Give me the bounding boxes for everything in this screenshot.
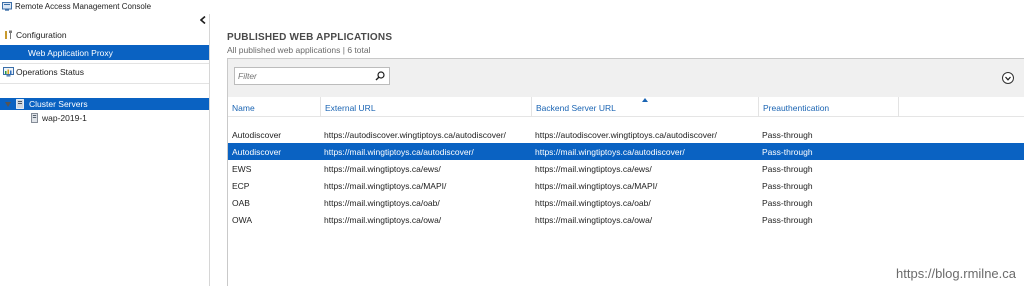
cell-backend-url: https://mail.wingtiptoys.ca/owa/ bbox=[535, 215, 653, 225]
cell-external-url: https://mail.wingtiptoys.ca/autodiscover… bbox=[324, 147, 474, 157]
cell-name: Autodiscover bbox=[232, 130, 282, 140]
sort-ascending-icon bbox=[642, 98, 648, 102]
title-bar: Remote Access Management Console bbox=[0, 0, 1024, 14]
table-row[interactable]: Autodiscover https://mail.wingtiptoys.ca… bbox=[228, 143, 1024, 160]
server-icon bbox=[31, 113, 38, 123]
nav-divider bbox=[0, 83, 209, 84]
column-header-preauthentication[interactable]: Preauthentication bbox=[758, 97, 898, 117]
console-icon bbox=[2, 2, 12, 11]
search-icon[interactable] bbox=[375, 71, 385, 81]
table-row[interactable]: Autodiscover https://autodiscover.wingti… bbox=[228, 126, 1024, 143]
table-row[interactable]: OAB https://mail.wingtiptoys.ca/oab/ htt… bbox=[228, 194, 1024, 211]
page-title: PUBLISHED WEB APPLICATIONS bbox=[227, 32, 393, 43]
cell-backend-url: https://mail.wingtiptoys.ca/oab/ bbox=[535, 198, 651, 208]
column-header-name[interactable]: Name bbox=[228, 97, 318, 117]
navigation-pane: Configuration Web Application Proxy Oper… bbox=[0, 14, 210, 286]
filter-bar bbox=[228, 59, 1024, 97]
nav-item-web-application-proxy[interactable]: Web Application Proxy bbox=[0, 45, 209, 60]
nav-item-label: Configuration bbox=[16, 30, 67, 40]
nav-item-label: Web Application Proxy bbox=[28, 48, 113, 58]
cell-preauthentication: Pass-through bbox=[762, 215, 813, 225]
cell-external-url: https://mail.wingtiptoys.ca/oab/ bbox=[324, 198, 440, 208]
cell-external-url: https://mail.wingtiptoys.ca/MAPI/ bbox=[324, 181, 447, 191]
nav-item-label: wap-2019-1 bbox=[42, 113, 87, 123]
cell-external-url: https://mail.wingtiptoys.ca/owa/ bbox=[324, 215, 442, 225]
cell-name: OWA bbox=[232, 215, 252, 225]
nav-divider bbox=[0, 63, 209, 64]
column-header-spacer bbox=[898, 97, 1024, 117]
applications-table-body: Autodiscover https://autodiscover.wingti… bbox=[228, 126, 1024, 228]
expand-tasks-button[interactable] bbox=[1002, 72, 1014, 84]
window-title: Remote Access Management Console bbox=[15, 2, 152, 11]
cell-preauthentication: Pass-through bbox=[762, 181, 813, 191]
cell-preauthentication: Pass-through bbox=[762, 130, 813, 140]
nav-item-operations-status[interactable]: Operations Status bbox=[0, 65, 209, 79]
column-header-external-url[interactable]: External URL bbox=[320, 97, 530, 117]
chevron-left-icon bbox=[199, 15, 206, 25]
column-header-backend-url[interactable]: Backend Server URL bbox=[531, 97, 758, 117]
cell-preauthentication: Pass-through bbox=[762, 164, 813, 174]
watermark-text: https://blog.rmilne.ca bbox=[896, 266, 1016, 281]
cell-name: Autodiscover bbox=[232, 147, 282, 157]
applications-panel: Name External URL Backend Server URL Pre… bbox=[227, 58, 1024, 286]
cell-preauthentication: Pass-through bbox=[762, 198, 813, 208]
nav-item-cluster-servers[interactable]: Cluster Servers bbox=[0, 98, 209, 110]
table-header: Name External URL Backend Server URL Pre… bbox=[228, 97, 1024, 117]
cell-backend-url: https://mail.wingtiptoys.ca/autodiscover… bbox=[535, 147, 685, 157]
nav-item-label: Operations Status bbox=[16, 67, 85, 77]
cell-preauthentication: Pass-through bbox=[762, 147, 813, 157]
nav-item-label: Cluster Servers bbox=[29, 99, 88, 109]
server-cluster-icon bbox=[16, 99, 24, 109]
table-row[interactable]: OWA https://mail.wingtiptoys.ca/owa/ htt… bbox=[228, 211, 1024, 228]
collapse-pane-button[interactable] bbox=[199, 15, 206, 27]
filter-box bbox=[234, 67, 390, 85]
nav-item-configuration[interactable]: Configuration bbox=[0, 28, 209, 42]
cell-name: OAB bbox=[232, 198, 250, 208]
cell-name: ECP bbox=[232, 181, 250, 191]
cell-backend-url: https://autodiscover.wingtiptoys.ca/auto… bbox=[535, 130, 717, 140]
filter-input[interactable] bbox=[238, 70, 366, 82]
nav-item-server-wap-2019-1[interactable]: wap-2019-1 bbox=[0, 111, 209, 125]
tree-expand-toggle[interactable] bbox=[5, 102, 11, 107]
cell-backend-url: https://mail.wingtiptoys.ca/ews/ bbox=[535, 164, 652, 174]
main-content: PUBLISHED WEB APPLICATIONS All published… bbox=[211, 14, 1024, 286]
cell-name: EWS bbox=[232, 164, 252, 174]
cell-external-url: https://autodiscover.wingtiptoys.ca/auto… bbox=[324, 130, 506, 140]
tools-icon bbox=[5, 30, 12, 39]
cell-external-url: https://mail.wingtiptoys.ca/ews/ bbox=[324, 164, 441, 174]
table-row[interactable]: ECP https://mail.wingtiptoys.ca/MAPI/ ht… bbox=[228, 177, 1024, 194]
page-subtitle: All published web applications | 6 total bbox=[227, 45, 371, 55]
table-row[interactable]: EWS https://mail.wingtiptoys.ca/ews/ htt… bbox=[228, 160, 1024, 177]
chevron-down-icon bbox=[1005, 76, 1011, 81]
monitor-chart-icon bbox=[3, 67, 14, 77]
cell-backend-url: https://mail.wingtiptoys.ca/MAPI/ bbox=[535, 181, 658, 191]
